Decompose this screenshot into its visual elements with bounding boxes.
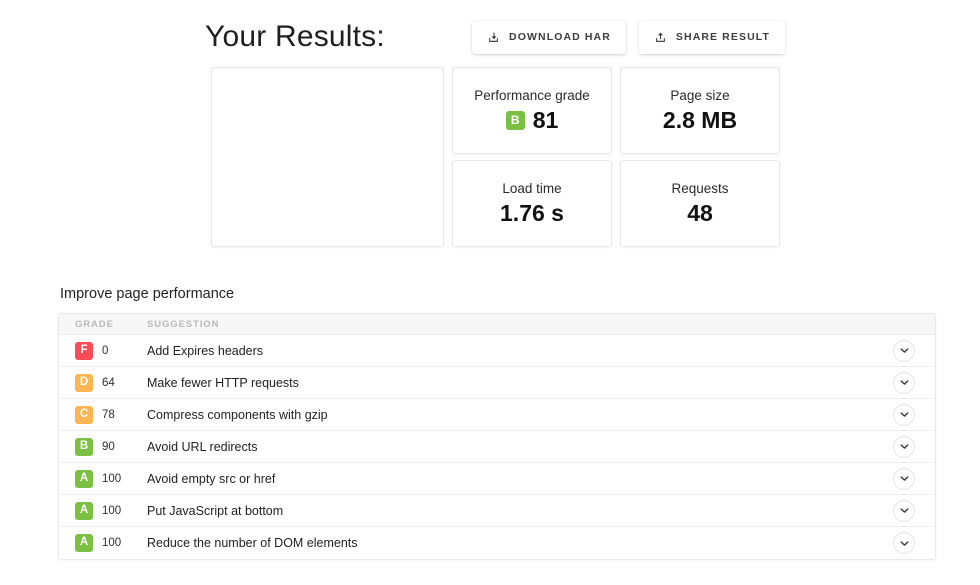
suggestion-text: Reduce the number of DOM elements	[147, 536, 873, 550]
expand-row-button[interactable]	[893, 404, 915, 426]
download-icon	[487, 31, 500, 44]
expand-row-button[interactable]	[893, 372, 915, 394]
row-grade-cell: A 100	[59, 534, 147, 552]
grade-score: 78	[102, 409, 115, 421]
chevron-down-icon	[900, 442, 909, 451]
row-toggle-cell	[873, 340, 935, 362]
summary-cards: Performance grade B 81 Page size 2.8 MB …	[211, 67, 783, 247]
row-grade-cell: A 100	[59, 470, 147, 488]
metric-value: 1.76 s	[500, 201, 564, 226]
chevron-down-icon	[900, 474, 909, 483]
chevron-down-icon	[900, 410, 909, 419]
metric-card-page-size: Page size 2.8 MB	[620, 67, 780, 154]
metric-label: Requests	[671, 181, 728, 196]
row-toggle-cell	[873, 500, 935, 522]
row-grade-cell: B 90	[59, 438, 147, 456]
metric-card-load-time: Load time 1.76 s	[452, 160, 612, 247]
performance-grade-badge: B	[506, 111, 525, 130]
metric-label: Page size	[670, 88, 729, 103]
performance-grade-score: 81	[533, 108, 559, 133]
download-har-label: DOWNLOAD HAR	[509, 31, 611, 43]
grade-badge: B	[75, 438, 93, 456]
share-icon	[654, 31, 667, 44]
suggestions-table: GRADE SUGGESTION F0Add Expires headersD6…	[58, 313, 936, 560]
metric-value: B 81	[506, 108, 559, 133]
suggestion-text: Compress components with gzip	[147, 408, 873, 422]
row-grade-cell: C 78	[59, 406, 147, 424]
grade-score: 90	[102, 441, 115, 453]
expand-row-button[interactable]	[893, 468, 915, 490]
share-result-button[interactable]: SHARE RESULT	[639, 21, 785, 54]
suggestion-text: Make fewer HTTP requests	[147, 376, 873, 390]
chevron-down-icon	[900, 539, 909, 548]
row-toggle-cell	[873, 468, 935, 490]
metric-label: Load time	[502, 181, 561, 196]
results-header: Your Results: DOWNLOAD HAR	[205, 14, 785, 60]
grade-score: 100	[102, 473, 121, 485]
expand-row-button[interactable]	[893, 436, 915, 458]
page-title: Your Results:	[205, 20, 385, 54]
column-header-grade: GRADE	[59, 319, 147, 330]
share-result-label: SHARE RESULT	[676, 31, 770, 43]
row-grade-cell: D 64	[59, 374, 147, 392]
metric-value: 48	[687, 201, 713, 226]
grade-score: 0	[102, 345, 108, 357]
header-actions: DOWNLOAD HAR SHARE RESULT	[472, 21, 785, 54]
chevron-down-icon	[900, 346, 909, 355]
row-grade-cell: F0	[59, 342, 147, 360]
table-row[interactable]: B 90 Avoid URL redirects	[59, 431, 935, 463]
grade-badge: A	[75, 534, 93, 552]
expand-row-button[interactable]	[893, 500, 915, 522]
grade-score: 64	[102, 377, 115, 389]
expand-row-button[interactable]	[893, 340, 915, 362]
chevron-down-icon	[900, 506, 909, 515]
grade-badge: D	[75, 374, 93, 392]
suggestion-text: Avoid URL redirects	[147, 440, 873, 454]
row-toggle-cell	[873, 436, 935, 458]
column-header-suggestion: SUGGESTION	[147, 319, 873, 330]
suggestion-text: Add Expires headers	[147, 344, 873, 358]
table-row[interactable]: D 64 Make fewer HTTP requests	[59, 367, 935, 399]
suggestions-table-header: GRADE SUGGESTION	[59, 314, 935, 335]
table-row[interactable]: C 78 Compress components with gzip	[59, 399, 935, 431]
suggestion-text: Put JavaScript at bottom	[147, 504, 873, 518]
row-toggle-cell	[873, 532, 935, 554]
chevron-down-icon	[900, 378, 909, 387]
grade-badge: A	[75, 502, 93, 520]
table-row[interactable]: A 100 Reduce the number of DOM elements	[59, 527, 935, 559]
grade-score: 100	[102, 505, 121, 517]
table-row[interactable]: F0Add Expires headers	[59, 335, 935, 367]
metric-card-requests: Requests 48	[620, 160, 780, 247]
row-toggle-cell	[873, 372, 935, 394]
grade-score: 100	[102, 537, 121, 549]
row-grade-cell: A 100	[59, 502, 147, 520]
suggestions-section-title: Improve page performance	[60, 286, 234, 302]
page-preview-card	[211, 67, 444, 247]
table-row[interactable]: A 100 Put JavaScript at bottom	[59, 495, 935, 527]
results-page: Your Results: DOWNLOAD HAR	[0, 0, 980, 585]
metric-value: 2.8 MB	[663, 108, 737, 133]
grade-badge: C	[75, 406, 93, 424]
grade-badge: A	[75, 470, 93, 488]
download-har-button[interactable]: DOWNLOAD HAR	[472, 21, 626, 54]
metric-label: Performance grade	[474, 88, 590, 103]
table-row[interactable]: A 100 Avoid empty src or href	[59, 463, 935, 495]
expand-row-button[interactable]	[893, 532, 915, 554]
row-toggle-cell	[873, 404, 935, 426]
grade-badge: F	[75, 342, 93, 360]
metric-card-performance-grade: Performance grade B 81	[452, 67, 612, 154]
suggestion-text: Avoid empty src or href	[147, 472, 873, 486]
